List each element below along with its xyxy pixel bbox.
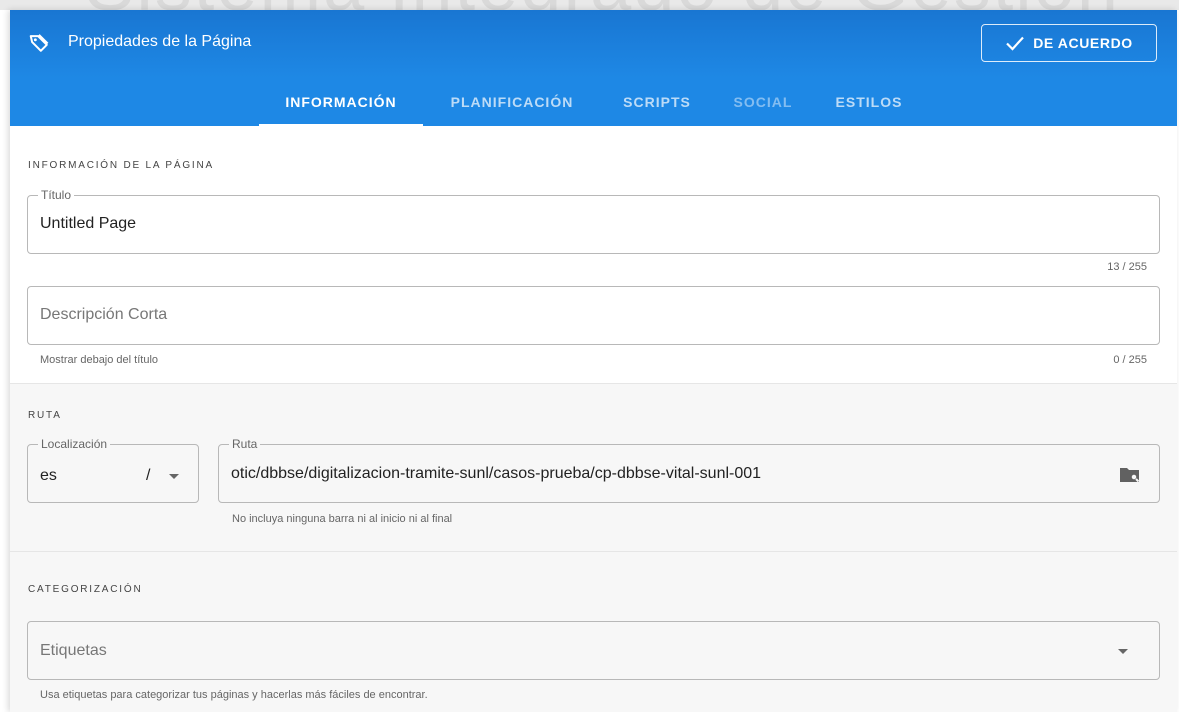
locale-value: es [40, 467, 57, 484]
route-heading: RUTA [28, 410, 62, 421]
path-hint: No incluya ninguna barra ni al inicio ni… [232, 513, 453, 525]
tags-hint: Usa etiquetas para categorizar tus págin… [40, 689, 428, 701]
ok-button-label: DE ACUERDO [1033, 35, 1133, 51]
ok-button[interactable]: DE ACUERDO [981, 24, 1157, 62]
locale-separator: / [146, 467, 151, 484]
title-input[interactable]: Untitled Page [40, 215, 136, 233]
categorization-heading: CATEGORIZACIÓN [28, 584, 143, 595]
short-description-field[interactable]: Descripción Corta [27, 286, 1160, 345]
short-description-input[interactable]: Descripción Corta [40, 306, 167, 324]
categorization-section: CATEGORIZACIÓN Etiquetas Usa etiquetas p… [10, 552, 1177, 712]
check-icon [1006, 36, 1024, 51]
path-input[interactable]: otic/dbbse/digitalizacion-tramite-sunl/c… [231, 465, 761, 483]
tags-input[interactable]: Etiquetas [40, 642, 107, 660]
tags-select[interactable]: Etiquetas [27, 621, 1160, 680]
tab-social: SOCIAL [733, 94, 793, 110]
title-field[interactable]: Título Untitled Page [27, 188, 1160, 254]
short-description-hint: Mostrar debajo del título [40, 354, 159, 366]
folder-search-icon[interactable] [1119, 466, 1141, 484]
dialog-title: Propiedades de la Página [68, 33, 252, 50]
title-char-counter: 13 / 255 [1107, 261, 1147, 273]
path-field-label: Ruta [229, 437, 261, 451]
page-properties-dialog: Propiedades de la Página DE ACUERDO INFO… [10, 10, 1177, 712]
locale-select[interactable]: Localización es / [27, 437, 199, 503]
dialog-toolbar: Propiedades de la Página DE ACUERDO [10, 10, 1177, 78]
title-field-label: Título [38, 188, 75, 202]
tab-scripts[interactable]: SCRIPTS [600, 78, 714, 126]
tab-planificacion[interactable]: PLANIFICACIÓN [430, 78, 594, 126]
locale-select-label: Localización [38, 437, 111, 451]
chevron-down-icon[interactable] [169, 474, 179, 479]
background-page: Sistema Integrado de Gestión [0, 0, 1179, 10]
path-field[interactable]: Ruta otic/dbbse/digitalizacion-tramite-s… [218, 437, 1160, 503]
tab-informacion[interactable]: INFORMACIÓN [259, 78, 423, 126]
page-info-section: INFORMACIÓN DE LA PÁGINA Título Untitled… [10, 126, 1177, 384]
short-description-char-counter: 0 / 255 [1113, 354, 1147, 366]
tab-bar: INFORMACIÓN PLANIFICACIÓN SCRIPTS SOCIAL… [10, 78, 1177, 126]
background-ghost-title: Sistema Integrado de Gestión [85, 0, 1120, 10]
route-section: RUTA Localización es / Ruta otic/dbbse/d… [10, 384, 1177, 552]
page-info-heading: INFORMACIÓN DE LA PÁGINA [28, 160, 215, 171]
tab-estilos[interactable]: ESTILOS [813, 78, 925, 126]
chevron-down-icon[interactable] [1118, 649, 1128, 654]
tag-icon [29, 34, 49, 52]
